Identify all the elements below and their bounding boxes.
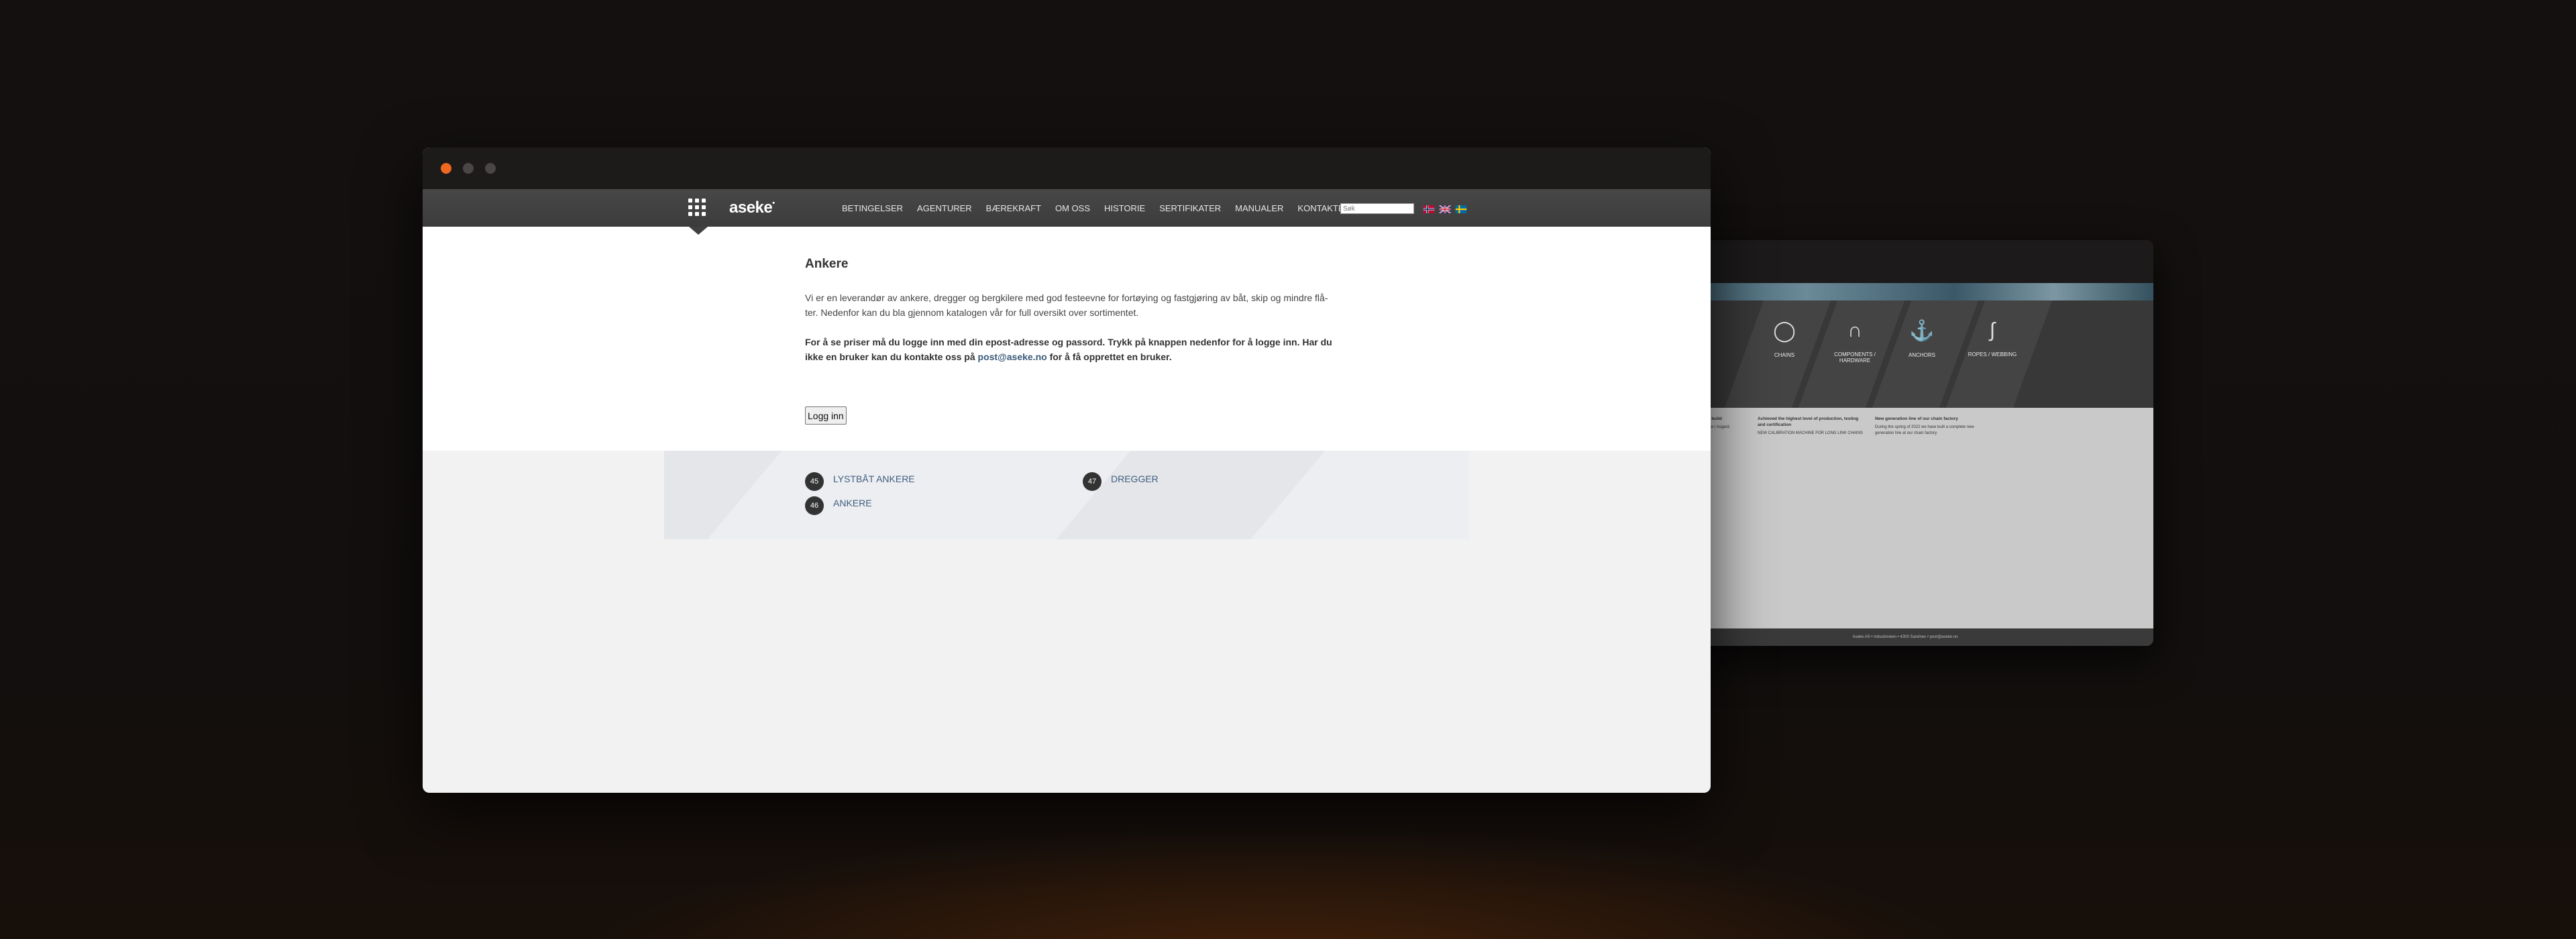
bg-category-chains[interactable]: ◯ CHAINS xyxy=(1751,319,1818,358)
background-browser-window[interactable]: ◯ CHAINS ∩ COMPONENTS / HARDWARE ⚓ ANCHO… xyxy=(1657,240,2153,646)
search-input[interactable] xyxy=(1340,203,1414,214)
nav-pointer xyxy=(689,227,708,235)
chain-icon: ◯ xyxy=(1773,320,1796,342)
site-logo[interactable]: aseke• xyxy=(729,199,775,217)
decorative-band xyxy=(1250,451,1469,539)
bg-left-line xyxy=(1716,319,1717,323)
menu-item-agenturer[interactable]: AGENTURER xyxy=(917,203,972,213)
menu-item-sertifikater[interactable]: SERTIFIKATER xyxy=(1159,203,1221,213)
site-navigation: aseke• BETINGELSER AGENTURER BÆREKRAFT O… xyxy=(423,189,1711,235)
category-count-badge: 46 xyxy=(805,496,824,515)
category-lystbat-ankere[interactable]: 45 LYSTBÅT ANKERE xyxy=(805,472,915,491)
page-title: Ankere xyxy=(805,257,849,271)
category-label: ANKERE xyxy=(833,498,872,508)
bg-footer: Aseke AS • Industriveien • 4300 Sandnes … xyxy=(1657,628,2153,646)
main-browser-window: aseke• BETINGELSER AGENTURER BÆREKRAFT O… xyxy=(423,148,1711,793)
sweden-flag-icon[interactable] xyxy=(1454,205,1468,213)
menu-item-om-oss[interactable]: OM OSS xyxy=(1055,203,1090,213)
intro-text: Vi er en leverandør av ankere, dregger o… xyxy=(805,292,1328,318)
bg-window-titlebar xyxy=(1657,240,2153,283)
bg-news-column: Achieved the highest level of production… xyxy=(1758,417,1863,435)
main-menu: BETINGELSER AGENTURER BÆREKRAFT OM OSS H… xyxy=(842,189,1364,227)
bg-category-components[interactable]: ∩ COMPONENTS / HARDWARE xyxy=(1821,319,1888,364)
uk-flag-icon[interactable] xyxy=(1438,205,1452,213)
anchor-icon: ⚓ xyxy=(1909,320,1935,342)
page-content: Ankere Vi er en leverandør av ankere, dr… xyxy=(423,227,1711,451)
bg-category-nav: ◯ CHAINS ∩ COMPONENTS / HARDWARE ⚓ ANCHO… xyxy=(1657,300,2153,408)
category-label: DREGGER xyxy=(1111,474,1159,484)
menu-item-manualer[interactable]: MANUALER xyxy=(1235,203,1283,213)
bg-category-anchors[interactable]: ⚓ ANCHORS xyxy=(1888,319,1955,358)
maximize-window-button[interactable] xyxy=(485,163,496,174)
bg-news-column: New generation line of our chain factory… xyxy=(1875,417,1974,435)
grid-menu-icon[interactable] xyxy=(688,199,706,216)
shackle-icon: ∩ xyxy=(1847,319,1862,341)
language-selector xyxy=(1422,205,1468,213)
rope-icon: ∫ xyxy=(1989,319,1996,341)
category-label: LYSTBÅT ANKERE xyxy=(833,474,915,484)
minimize-window-button[interactable] xyxy=(463,163,474,174)
category-count-badge: 47 xyxy=(1083,472,1102,491)
category-ankere[interactable]: 46 ANKERE xyxy=(805,496,872,515)
window-titlebar xyxy=(423,148,1711,189)
close-window-button[interactable] xyxy=(441,163,451,174)
category-list: 45 LYSTBÅT ANKERE 47 DREGGER 46 ANKERE xyxy=(664,451,1469,539)
category-dregger[interactable]: 47 DREGGER xyxy=(1083,472,1159,491)
menu-item-historie[interactable]: HISTORIE xyxy=(1104,203,1145,213)
norway-flag-icon[interactable] xyxy=(1422,205,1436,213)
category-count-badge: 45 xyxy=(805,472,824,491)
contact-email-link[interactable]: post@aseke.no xyxy=(978,351,1047,362)
bg-ocean-banner xyxy=(1657,283,2153,300)
decorative-band xyxy=(707,451,1131,539)
menu-item-betingelser[interactable]: BETINGELSER xyxy=(842,203,903,213)
bg-news-area: Aseke offering channel build Lorem text … xyxy=(1657,408,2153,629)
login-info-text: For å se priser må du logge inn med din … xyxy=(805,337,1332,362)
menu-item-baerekraft[interactable]: BÆREKRAFT xyxy=(986,203,1041,213)
bg-category-ropes[interactable]: ∫ ROPES / WEBBING xyxy=(1959,319,2026,357)
login-button[interactable]: Logg inn xyxy=(805,406,847,425)
